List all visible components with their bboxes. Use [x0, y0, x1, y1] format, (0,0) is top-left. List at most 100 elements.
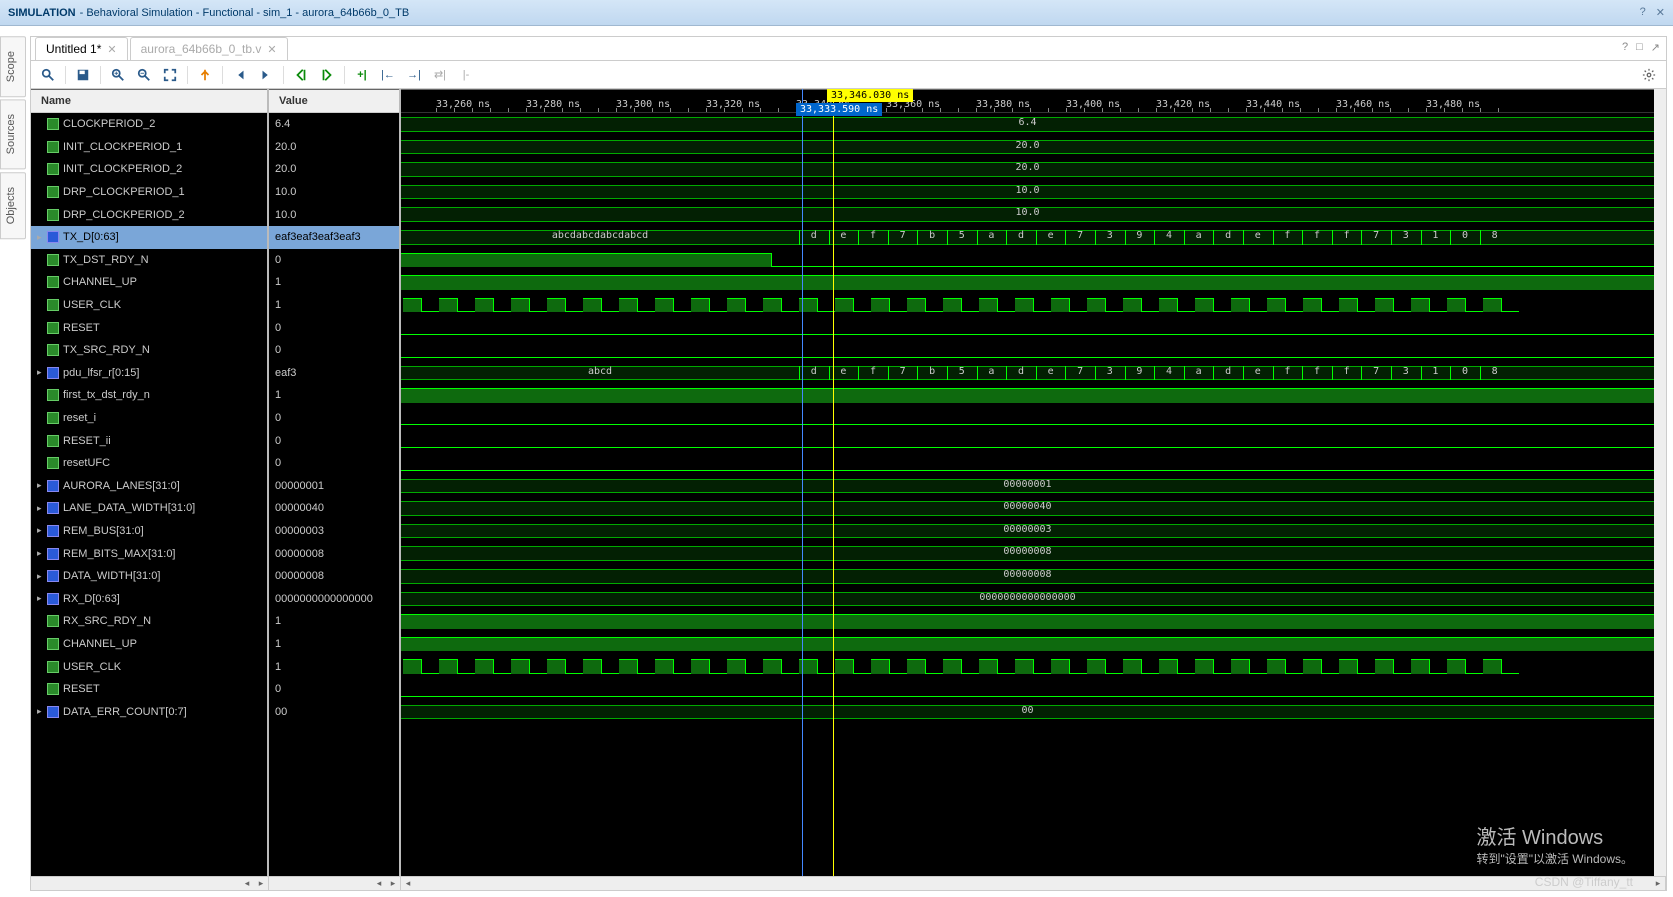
- next-marker-icon[interactable]: →|: [403, 64, 425, 86]
- first-icon[interactable]: [229, 64, 251, 86]
- signal-name-row[interactable]: ▸DATA_WIDTH[31:0]: [31, 565, 267, 588]
- signal-value-row[interactable]: 1: [269, 633, 399, 656]
- signal-value-row[interactable]: 00000040: [269, 497, 399, 520]
- signal-value-row[interactable]: 1: [269, 271, 399, 294]
- signal-value-row[interactable]: 6.4: [269, 113, 399, 136]
- cursor-secondary[interactable]: [802, 89, 803, 876]
- signal-value-row[interactable]: 0: [269, 452, 399, 475]
- close-icon[interactable]: ✕: [107, 43, 116, 56]
- signal-value-row[interactable]: 0: [269, 316, 399, 339]
- signal-name-row[interactable]: RESET_ii: [31, 429, 267, 452]
- zoom-in-icon[interactable]: [107, 64, 129, 86]
- zoom-out-icon[interactable]: [133, 64, 155, 86]
- waveform-row[interactable]: 00000008: [401, 565, 1654, 588]
- signal-value-row[interactable]: 10.0: [269, 181, 399, 204]
- signal-name-row[interactable]: RX_SRC_RDY_N: [31, 610, 267, 633]
- waveform-row[interactable]: [401, 271, 1654, 294]
- help-icon[interactable]: ?: [1622, 41, 1628, 54]
- waveform-row[interactable]: abcdabcdabcdabcddef7b5ade7394adefff73108: [401, 226, 1654, 249]
- waveform-row[interactable]: 00000040: [401, 497, 1654, 520]
- signal-name-row[interactable]: DRP_CLOCKPERIOD_2: [31, 203, 267, 226]
- signal-name-row[interactable]: RESET: [31, 678, 267, 701]
- side-tab-scope[interactable]: Scope: [0, 36, 26, 97]
- time-ruler[interactable]: 33,260 ns33,280 ns33,300 ns33,320 ns33,3…: [401, 89, 1654, 113]
- signal-name-row[interactable]: reset_i: [31, 407, 267, 430]
- maximize-icon[interactable]: □: [1636, 41, 1643, 54]
- signal-name-row[interactable]: RESET: [31, 316, 267, 339]
- signal-value-row[interactable]: 00: [269, 700, 399, 723]
- signal-name-row[interactable]: ▸LANE_DATA_WIDTH[31:0]: [31, 497, 267, 520]
- gear-icon[interactable]: [1638, 64, 1660, 86]
- signal-value-row[interactable]: 00000003: [269, 520, 399, 543]
- signal-name-row[interactable]: USER_CLK: [31, 294, 267, 317]
- waveform-row[interactable]: [401, 339, 1654, 362]
- signal-value-row[interactable]: 1: [269, 294, 399, 317]
- close-icon[interactable]: ✕: [1656, 6, 1665, 19]
- waveform-row[interactable]: 6.4: [401, 113, 1654, 136]
- signal-value-row[interactable]: 1: [269, 655, 399, 678]
- signal-value-row[interactable]: 1: [269, 384, 399, 407]
- del-marker-icon[interactable]: |-: [455, 64, 477, 86]
- signal-value-row[interactable]: 20.0: [269, 136, 399, 159]
- signal-name-row[interactable]: USER_CLK: [31, 655, 267, 678]
- waveform-row[interactable]: [401, 610, 1654, 633]
- waveform-row[interactable]: [401, 633, 1654, 656]
- waveform-row[interactable]: [401, 429, 1654, 452]
- signal-name-row[interactable]: ▸TX_D[0:63]: [31, 226, 267, 249]
- waveform-row[interactable]: 00000001: [401, 475, 1654, 498]
- search-icon[interactable]: [37, 64, 59, 86]
- signal-name-row[interactable]: INIT_CLOCKPERIOD_1: [31, 136, 267, 159]
- signal-name-row[interactable]: CHANNEL_UP: [31, 271, 267, 294]
- signal-value-row[interactable]: 0000000000000000: [269, 587, 399, 610]
- waveform-row[interactable]: [401, 678, 1654, 701]
- swap-marker-icon[interactable]: ⇄|: [429, 64, 451, 86]
- signal-value-row[interactable]: 00000001: [269, 475, 399, 498]
- waveform-row[interactable]: 20.0: [401, 136, 1654, 159]
- signal-name-row[interactable]: INIT_CLOCKPERIOD_2: [31, 158, 267, 181]
- signal-value-row[interactable]: 0: [269, 407, 399, 430]
- signal-name-row[interactable]: TX_SRC_RDY_N: [31, 339, 267, 362]
- signal-value-row[interactable]: 00000008: [269, 565, 399, 588]
- waveform-row[interactable]: 00: [401, 701, 1654, 724]
- waveform-row[interactable]: 0000000000000000: [401, 588, 1654, 611]
- goto-cursor-icon[interactable]: [194, 64, 216, 86]
- signal-value-row[interactable]: 10.0: [269, 203, 399, 226]
- last-icon[interactable]: [255, 64, 277, 86]
- signal-name-row[interactable]: ▸DATA_ERR_COUNT[0:7]: [31, 700, 267, 723]
- save-icon[interactable]: [72, 64, 94, 86]
- waveform-row[interactable]: 10.0: [401, 181, 1654, 204]
- waveform-row[interactable]: [401, 294, 1654, 317]
- signal-value-row[interactable]: 1: [269, 610, 399, 633]
- signal-name-row[interactable]: ▸REM_BUS[31:0]: [31, 520, 267, 543]
- waveform-row[interactable]: 10.0: [401, 203, 1654, 226]
- file-tab-untitled[interactable]: Untitled 1* ✕: [35, 37, 128, 60]
- zoom-fit-icon[interactable]: [159, 64, 181, 86]
- signal-name-row[interactable]: CHANNEL_UP: [31, 633, 267, 656]
- signal-name-row[interactable]: ▸RX_D[0:63]: [31, 587, 267, 610]
- signal-name-row[interactable]: first_tx_dst_rdy_n: [31, 384, 267, 407]
- popout-icon[interactable]: ↗: [1651, 41, 1660, 54]
- close-icon[interactable]: ✕: [267, 43, 276, 56]
- prev-marker-icon[interactable]: |←: [377, 64, 399, 86]
- signal-value-row[interactable]: 0: [269, 249, 399, 272]
- signal-value-row[interactable]: 0: [269, 678, 399, 701]
- side-tab-sources[interactable]: Sources: [0, 99, 26, 169]
- signal-value-row[interactable]: 20.0: [269, 158, 399, 181]
- cursor-primary[interactable]: [833, 89, 834, 876]
- signal-value-row[interactable]: eaf3: [269, 362, 399, 385]
- waveform-area[interactable]: 33,260 ns33,280 ns33,300 ns33,320 ns33,3…: [401, 89, 1666, 876]
- waveform-row[interactable]: 20.0: [401, 158, 1654, 181]
- help-icon[interactable]: ?: [1640, 6, 1646, 19]
- signal-name-row[interactable]: CLOCKPERIOD_2: [31, 113, 267, 136]
- waveform-row[interactable]: [401, 655, 1654, 678]
- file-tab-aurora[interactable]: aurora_64b66b_0_tb.v ✕: [130, 37, 288, 60]
- waveform-row[interactable]: [401, 384, 1654, 407]
- waveform-row[interactable]: [401, 452, 1654, 475]
- add-marker-icon[interactable]: +|: [351, 64, 373, 86]
- waveform-row[interactable]: 00000003: [401, 520, 1654, 543]
- signal-name-row[interactable]: ▸pdu_lfsr_r[0:15]: [31, 362, 267, 385]
- signal-value-row[interactable]: 0: [269, 339, 399, 362]
- signal-name-row[interactable]: ▸REM_BITS_MAX[31:0]: [31, 542, 267, 565]
- waveform-row[interactable]: [401, 316, 1654, 339]
- signal-name-row[interactable]: resetUFC: [31, 452, 267, 475]
